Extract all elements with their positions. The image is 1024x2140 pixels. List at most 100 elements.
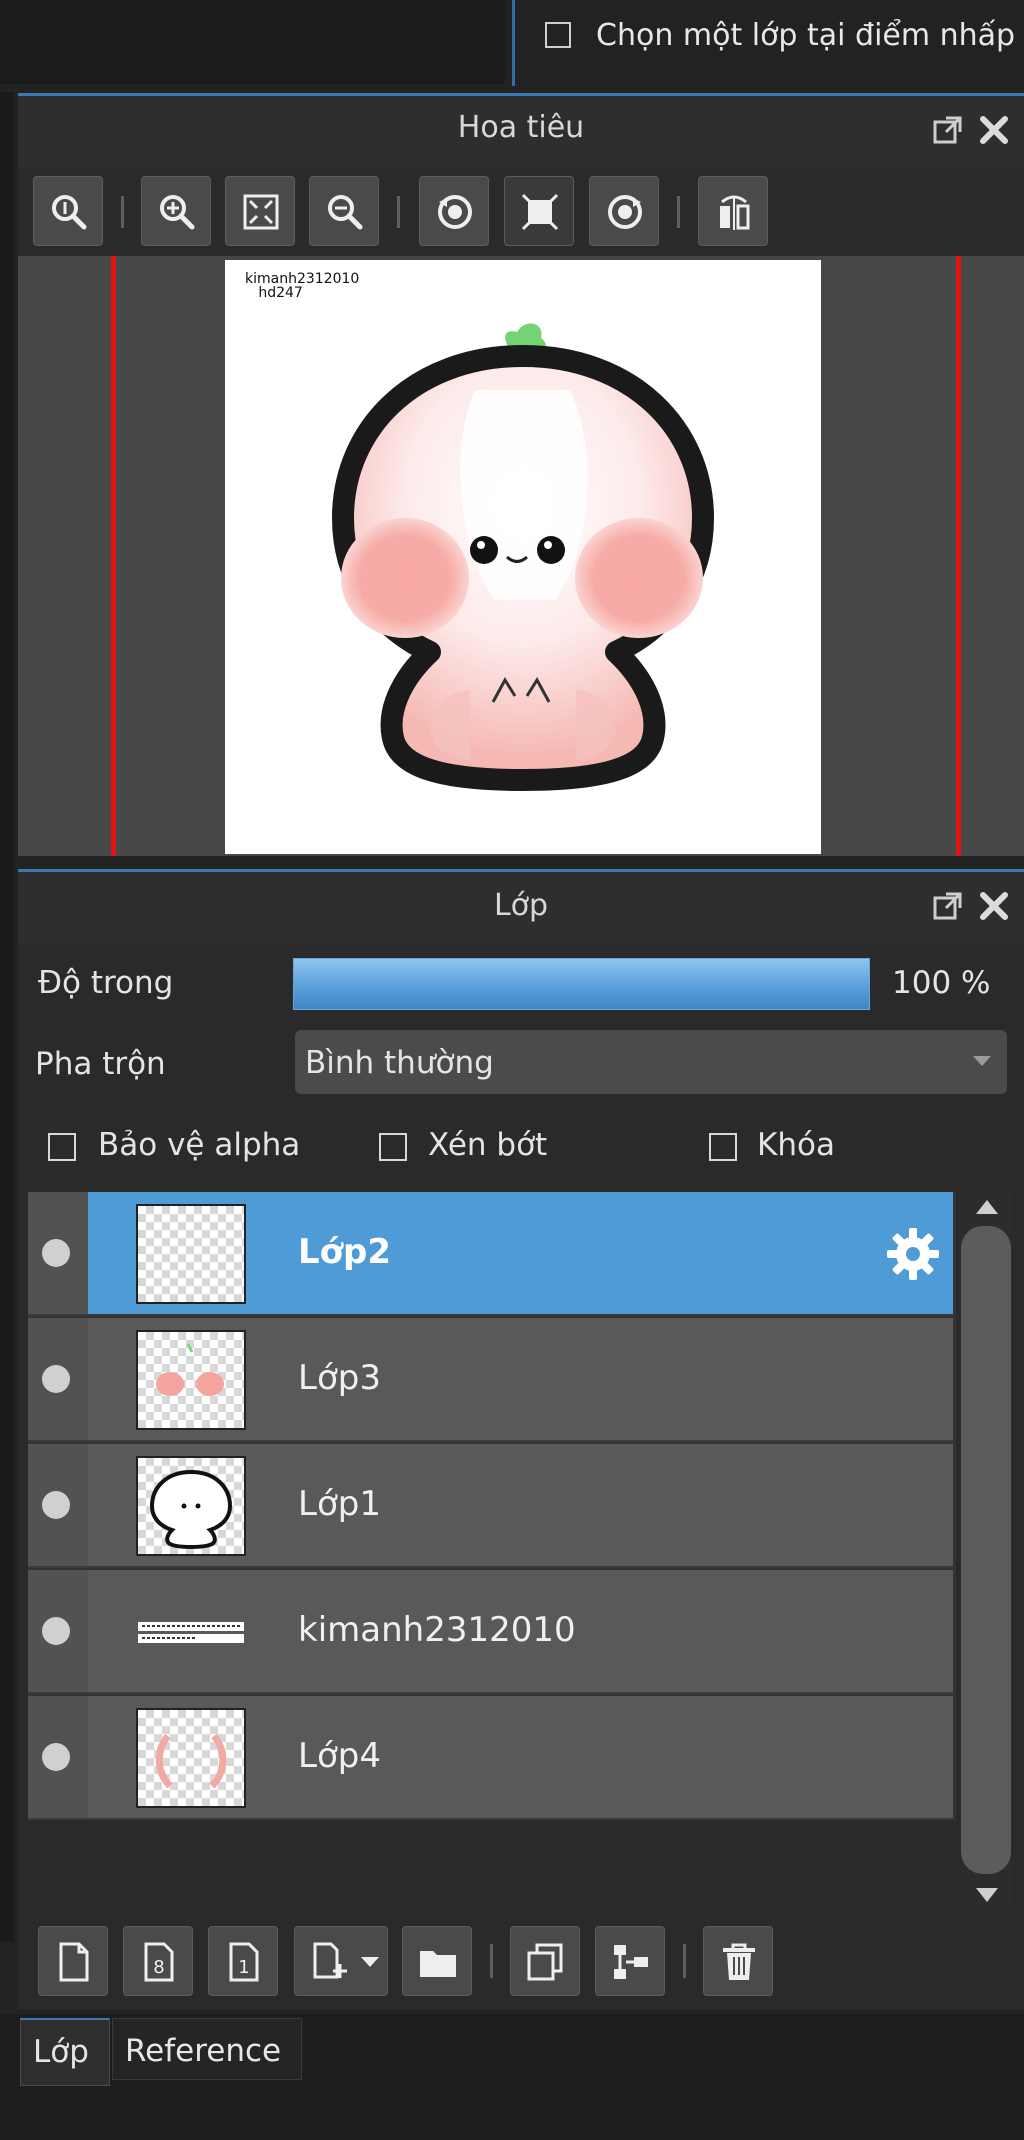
visibility-icon[interactable]: [42, 1617, 70, 1645]
popout-icon[interactable]: [930, 112, 966, 148]
toolbar-separator: [490, 1944, 493, 1978]
layer-thumbnail: [136, 1456, 246, 1556]
visibility-icon[interactable]: [42, 1743, 70, 1771]
layer-row[interactable]: Lớp3: [28, 1318, 953, 1442]
tab-reference[interactable]: Reference: [112, 2018, 302, 2080]
opacity-label: Độ trong: [38, 965, 174, 1001]
visibility-icon[interactable]: [42, 1491, 70, 1519]
clipping-label: Xén bớt: [428, 1127, 548, 1163]
text-thumbnail-art: [138, 1622, 244, 1643]
shading-thumbnail-art: [155, 1733, 227, 1789]
delete-layer-icon: [723, 1943, 755, 1980]
clipping-checkbox[interactable]: [379, 1133, 407, 1161]
watermark-line-2: hd247: [258, 285, 303, 301]
zoom-in-icon: [160, 195, 195, 230]
rotate-left-button[interactable]: [419, 176, 489, 246]
blend-mode-value: Bình thường: [305, 1045, 494, 1081]
layer-row[interactable]: Lớp4: [28, 1696, 953, 1820]
lock-label: Khóa: [757, 1127, 835, 1163]
gear-icon[interactable]: [885, 1226, 941, 1282]
layers-title: Lớp: [493, 888, 549, 923]
visibility-icon[interactable]: [42, 1365, 70, 1393]
chevron-down-icon: [361, 1957, 379, 1967]
tab-layers[interactable]: Lớp: [20, 2018, 110, 2086]
toolbar-separator: [121, 196, 124, 228]
reset-view-icon: [521, 193, 559, 231]
zoom-out-icon: [328, 195, 363, 230]
layer-name: Lớp4: [298, 1736, 381, 1776]
toolbar-separator: [683, 1944, 686, 1978]
layer-thumbnail: [136, 1582, 246, 1682]
flip-horizontal-icon: [720, 195, 750, 230]
new-layer-button[interactable]: [38, 1926, 108, 1996]
new-8bit-layer-button[interactable]: 8: [123, 1926, 193, 1996]
rotate-right-icon: [608, 195, 642, 229]
layer-name: Lớp3: [298, 1358, 381, 1398]
duplicate-layer-button[interactable]: [510, 1926, 580, 1996]
character-illustration: [332, 323, 714, 791]
layer-row[interactable]: Lớp1: [28, 1444, 953, 1568]
fit-window-button[interactable]: [225, 176, 295, 246]
rotate-right-button[interactable]: [589, 176, 659, 246]
layer-thumbnail: [136, 1204, 246, 1304]
new-layer-icon: [59, 1942, 89, 1982]
layer-thumbnail: [136, 1330, 246, 1430]
navigator-header: Hoa tiêu: [18, 96, 1024, 168]
new-8bit-layer-icon: 8: [144, 1942, 174, 1982]
delete-layer-button[interactable]: [703, 1926, 773, 1996]
svg-text:8: 8: [153, 1957, 164, 1978]
zoom-actual-button[interactable]: [33, 176, 103, 246]
select-layer-at-click-checkbox[interactable]: [545, 22, 571, 48]
protect-alpha-label: Bảo vệ alpha: [98, 1127, 301, 1163]
top-left-area: [0, 0, 505, 84]
layer-name: kimanh2312010: [298, 1610, 576, 1650]
layer-row[interactable]: kimanh2312010: [28, 1570, 953, 1694]
scroll-up-icon[interactable]: [976, 1200, 998, 1214]
navigator-title: Hoa tiêu: [457, 110, 585, 145]
svg-text:1: 1: [238, 1957, 249, 1978]
close-icon[interactable]: [976, 888, 1012, 924]
scroll-down-icon[interactable]: [976, 1888, 998, 1902]
chevron-down-icon: [973, 1056, 991, 1066]
top-divider: [512, 0, 515, 86]
blend-mode-select[interactable]: Bình thường: [295, 1030, 1007, 1094]
zoom-in-button[interactable]: [141, 176, 211, 246]
close-icon[interactable]: [976, 112, 1012, 148]
select-layer-at-click-label: Chọn một lớp tại điểm nhấp: [596, 18, 1016, 53]
lock-checkbox[interactable]: [709, 1133, 737, 1161]
add-layer-dropdown-icon: [313, 1942, 347, 1979]
panel-left-edge: [0, 92, 14, 1942]
opacity-slider-fill: [294, 959, 869, 1009]
layer-thumbnail: [136, 1708, 246, 1808]
visibility-icon[interactable]: [42, 1239, 70, 1267]
layer-name: Lớp2: [298, 1232, 392, 1272]
blend-mode-label: Pha trộn: [35, 1046, 166, 1082]
layer-row[interactable]: Lớp2: [28, 1192, 953, 1316]
view-boundary-left: [111, 256, 116, 856]
zoom-out-button[interactable]: [309, 176, 379, 246]
toolbar-separator: [677, 196, 680, 228]
navigator-canvas-preview: [225, 260, 821, 854]
view-boundary-right: [956, 256, 961, 856]
add-layer-dropdown-button[interactable]: [294, 1926, 388, 1996]
canvas-watermark-text: kimanh2312010 hd247: [245, 272, 359, 300]
new-folder-icon: [420, 1951, 456, 1977]
flip-horizontal-button[interactable]: [698, 176, 768, 246]
reset-view-button[interactable]: [504, 176, 574, 246]
duplicate-layer-icon: [527, 1943, 563, 1981]
rotate-left-icon: [438, 195, 472, 229]
merge-layer-icon: [614, 1945, 648, 1979]
fit-window-icon: [243, 194, 279, 230]
new-folder-button[interactable]: [402, 1926, 472, 1996]
protect-alpha-checkbox[interactable]: [48, 1133, 76, 1161]
popout-icon[interactable]: [930, 888, 966, 924]
merge-layer-button[interactable]: [595, 1926, 665, 1996]
cheeks-thumbnail-art: [156, 1343, 224, 1396]
scrollbar-thumb[interactable]: [961, 1226, 1011, 1874]
opacity-value: 100 %: [892, 965, 991, 1001]
toolbar-separator: [397, 196, 400, 228]
layer-name: Lớp1: [298, 1484, 381, 1524]
new-1bit-layer-button[interactable]: 1: [208, 1926, 278, 1996]
lineart-thumbnail-art: [149, 1469, 233, 1549]
opacity-slider[interactable]: [293, 958, 870, 1010]
